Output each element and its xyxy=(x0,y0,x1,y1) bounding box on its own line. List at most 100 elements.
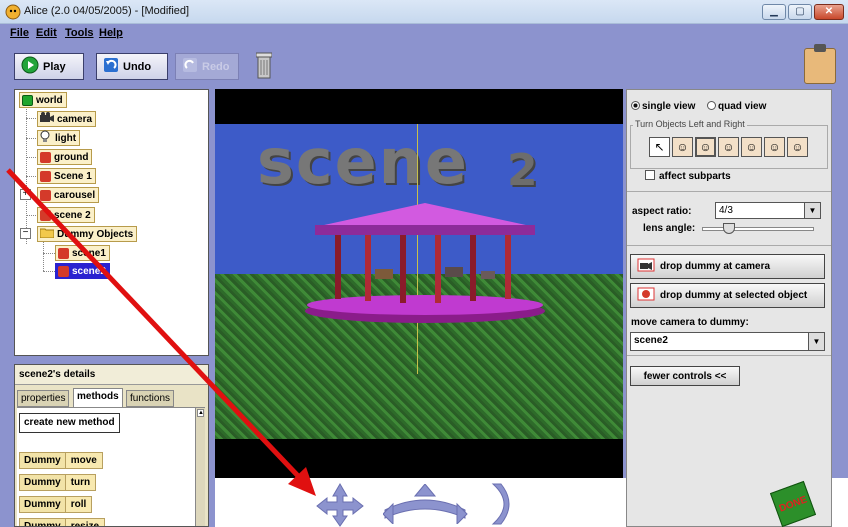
method-verb: turn xyxy=(65,475,96,490)
play-icon xyxy=(21,56,39,77)
create-new-method-button[interactable]: create new method xyxy=(19,413,120,433)
object-icon xyxy=(40,189,51,201)
pointer-tool-icon[interactable]: ↖ xyxy=(649,137,670,157)
target-object-icon xyxy=(637,287,655,304)
tree-item-carousel[interactable]: carousel xyxy=(37,187,100,203)
chevron-down-icon: ▼ xyxy=(808,333,824,350)
clipboard-icon[interactable] xyxy=(804,44,836,84)
aspect-ratio-label: aspect ratio: xyxy=(632,206,692,217)
redo-label: Redo xyxy=(202,60,230,73)
camera-controls-panel: single view quad view Turn Objects Left … xyxy=(626,89,832,527)
menu-file[interactable]: File xyxy=(10,27,29,39)
alice-app-icon xyxy=(5,4,21,20)
tree-item-light[interactable]: light xyxy=(37,130,81,146)
tree-item-ground[interactable]: ground xyxy=(37,149,93,165)
method-tile-move[interactable]: Dummy move xyxy=(19,452,103,469)
lens-angle-label: lens angle: xyxy=(643,223,696,234)
tree-item-camera[interactable]: camera xyxy=(37,111,97,127)
method-verb: move xyxy=(65,453,102,468)
object-icon xyxy=(58,247,69,259)
tree-item-dummy-objects[interactable]: Dummy Objects xyxy=(37,226,138,242)
object-tree: world camera light ground Scene 1 + caro… xyxy=(14,89,209,356)
move-camera-arrows-icon[interactable] xyxy=(315,482,365,527)
camera-icon xyxy=(40,112,54,126)
camera-icon xyxy=(637,258,655,275)
drop-dummy-at-camera-button[interactable]: drop dummy at camera xyxy=(630,254,825,279)
menu-edit[interactable]: Edit xyxy=(36,27,57,39)
undo-label: Undo xyxy=(123,60,152,73)
tab-functions[interactable]: functions xyxy=(126,390,175,407)
menu-tools[interactable]: Tools xyxy=(65,27,94,39)
turn-left-right-tool-icon[interactable]: ☺ xyxy=(672,137,693,157)
radio-off-icon xyxy=(707,101,716,110)
play-button[interactable]: Play xyxy=(14,53,84,80)
turn-camera-arrows-icon[interactable] xyxy=(383,484,468,524)
roll-tool-icon[interactable]: ☺ xyxy=(787,137,808,157)
scene-title-3d-text: scene xyxy=(257,125,469,198)
play-label: Play xyxy=(43,60,66,73)
minimize-button[interactable]: ▁ xyxy=(762,4,786,20)
method-object: Dummy xyxy=(20,497,66,512)
fewer-controls-button[interactable]: fewer controls << xyxy=(630,366,740,386)
details-title: scene2's details xyxy=(15,365,208,385)
object-icon xyxy=(58,265,69,277)
world-icon xyxy=(22,94,33,106)
method-object: Dummy xyxy=(20,475,66,490)
trash-icon[interactable] xyxy=(255,52,273,83)
method-tile-roll[interactable]: Dummy roll xyxy=(19,496,93,513)
scene-number-3d-text: 2 xyxy=(507,145,538,196)
methods-scrollbar[interactable]: ▲ xyxy=(195,408,205,526)
scene-viewport[interactable]: scene 2 xyxy=(215,89,623,478)
light-bulb-icon xyxy=(40,130,52,146)
menu-bar: File Edit Tools Help xyxy=(0,24,848,42)
tab-properties[interactable]: properties xyxy=(17,390,70,407)
tab-methods[interactable]: methods xyxy=(73,388,123,407)
aspect-ratio-select[interactable]: 4/3 ▼ xyxy=(715,202,821,219)
quad-view-radio[interactable]: quad view xyxy=(707,101,766,112)
toolbar: Play Undo Redo xyxy=(0,42,848,88)
move-camera-to-dummy-select[interactable]: scene2 ▼ xyxy=(630,332,825,351)
method-verb: roll xyxy=(65,497,92,512)
tilt-camera-arrow-icon[interactable] xyxy=(487,482,517,527)
methods-list: create new method Dummy move Dummy turn … xyxy=(17,407,205,526)
tumble-tool-icon[interactable]: ☺ xyxy=(718,137,739,157)
resize-tool-icon[interactable]: ☺ xyxy=(741,137,762,157)
affect-subparts-checkbox[interactable]: affect subparts xyxy=(645,170,731,182)
tree-item-scene-2[interactable]: scene 2 xyxy=(37,207,95,223)
radio-on-icon xyxy=(631,101,640,110)
undo-icon xyxy=(103,57,119,76)
redo-button[interactable]: Redo xyxy=(175,53,239,80)
single-view-radio[interactable]: single view xyxy=(631,101,695,112)
method-verb: resize xyxy=(65,519,105,526)
object-icon xyxy=(40,170,51,182)
turn-objects-group: Turn Objects Left and Right ↖ ☺ ☺ ☺ ☺ ☺ … xyxy=(630,119,828,169)
tree-item-scene2-selected[interactable]: scene2 xyxy=(55,263,110,279)
undo-button[interactable]: Undo xyxy=(96,53,168,80)
method-tile-turn[interactable]: Dummy turn xyxy=(19,474,97,491)
copy-tool-icon[interactable]: ☺ xyxy=(764,137,785,157)
chevron-down-icon: ▼ xyxy=(804,203,820,218)
title-bar: Alice (2.0 04/05/2005) - [Modified] ▁ ▢ … xyxy=(0,0,848,24)
slider-thumb[interactable] xyxy=(723,223,735,234)
method-object: Dummy xyxy=(20,519,66,526)
checkbox-icon xyxy=(645,170,655,180)
menu-help[interactable]: Help xyxy=(99,27,123,39)
expand-carousel-toggle[interactable]: + xyxy=(20,189,31,200)
object-icon xyxy=(40,209,51,221)
lens-angle-slider[interactable] xyxy=(702,223,814,234)
details-panel: scene2's details properties methods func… xyxy=(14,364,209,527)
redo-icon xyxy=(182,57,198,76)
carousel-model xyxy=(305,203,545,323)
method-tile-resize[interactable]: Dummy resize xyxy=(19,518,106,526)
tree-item-scene1[interactable]: scene1 xyxy=(55,245,110,261)
turn-forward-tool-icon[interactable]: ☺ xyxy=(695,137,716,157)
tree-item-world[interactable]: world xyxy=(19,92,67,108)
object-icon xyxy=(40,151,51,163)
maximize-button[interactable]: ▢ xyxy=(788,4,812,20)
close-button[interactable]: ✕ xyxy=(814,4,844,20)
tree-item-scene-1[interactable]: Scene 1 xyxy=(37,168,96,184)
turn-objects-legend: Turn Objects Left and Right xyxy=(633,119,747,129)
drop-dummy-at-object-button[interactable]: drop dummy at selected object xyxy=(630,283,825,308)
collapse-dummy-toggle[interactable]: − xyxy=(20,228,31,239)
scroll-up-icon[interactable]: ▲ xyxy=(197,409,204,417)
